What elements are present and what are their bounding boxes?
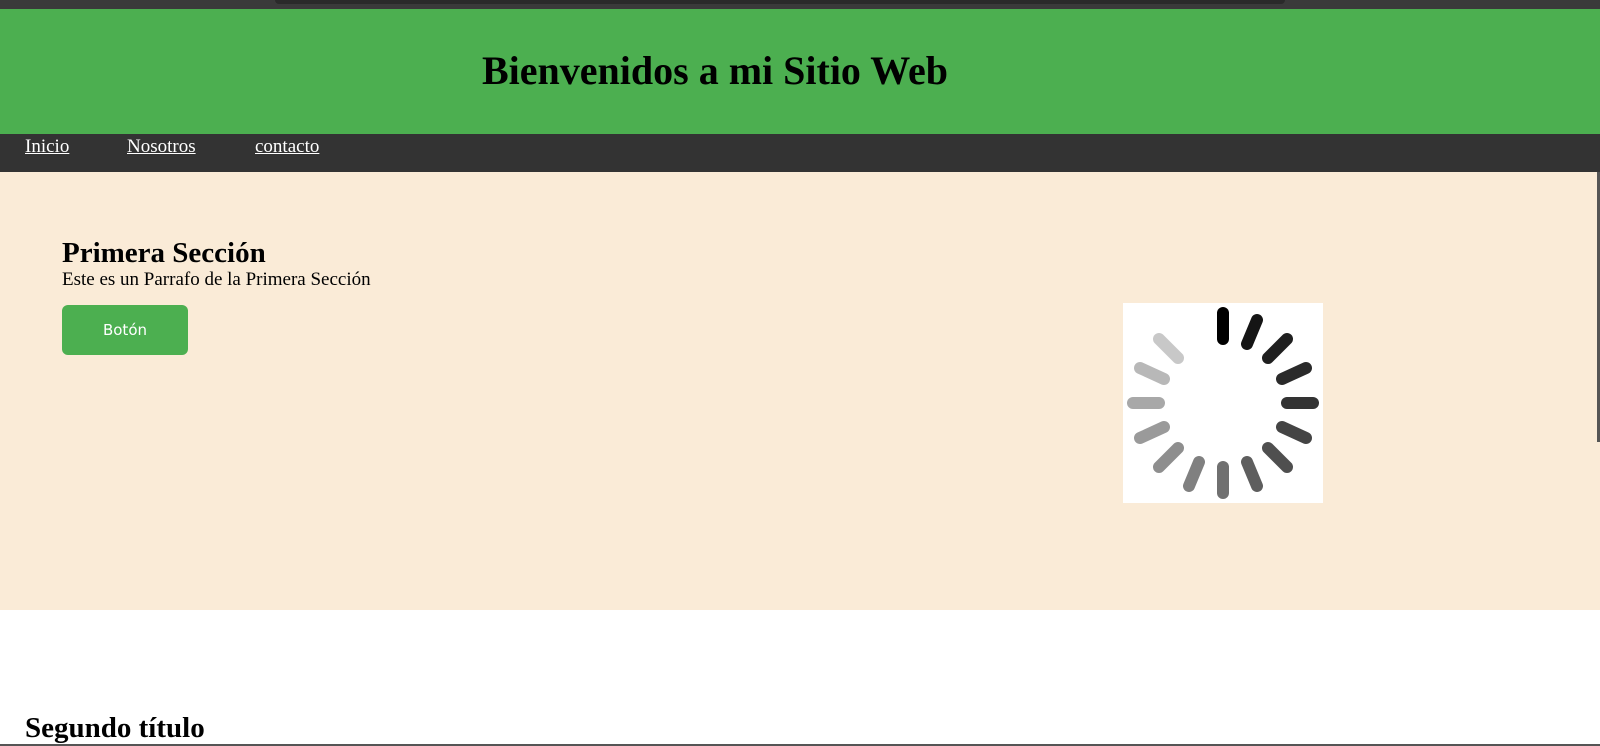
page-title: Bienvenidos a mi Sitio Web — [481, 48, 948, 93]
loading-image — [1123, 303, 1323, 503]
primary-button[interactable]: Botón — [62, 305, 188, 355]
segundo-heading: Segundo título — [25, 712, 205, 744]
main-nav: Inicio Nosotros contacto — [0, 134, 1600, 172]
primera-paragraph: Este es un Parrafo de la Primera Sección — [62, 269, 371, 290]
loading-spinner-icon — [1127, 307, 1319, 499]
nav-link-inicio[interactable]: Inicio — [25, 136, 69, 159]
browser-url-bar[interactable] — [275, 0, 1285, 4]
primera-seccion: Primera Sección Este es un Parrafo de la… — [0, 172, 1600, 610]
nav-link-contacto[interactable]: contacto — [255, 136, 319, 159]
primera-heading: Primera Sección — [62, 237, 266, 269]
nav-link-nosotros[interactable]: Nosotros — [127, 136, 196, 159]
browser-top-bar — [0, 0, 1600, 9]
site-header: Bienvenidos a mi Sitio Web — [0, 9, 1600, 134]
